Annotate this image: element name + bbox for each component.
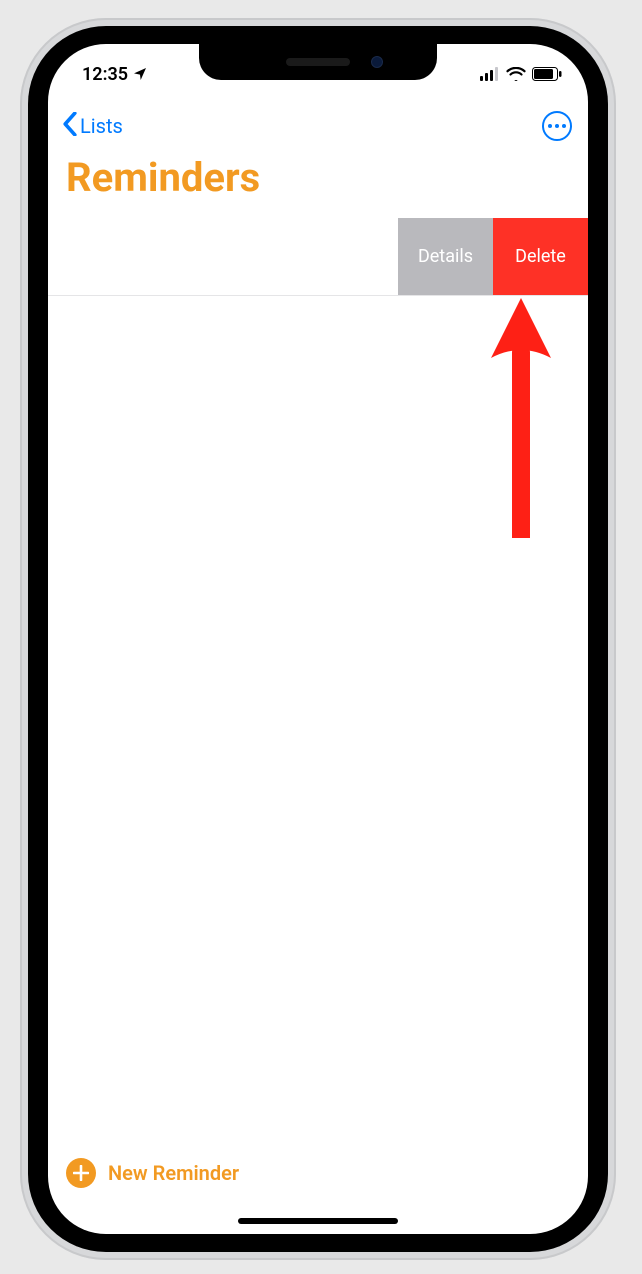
chevron-left-icon — [62, 112, 78, 141]
new-reminder-button[interactable]: New Reminder — [66, 1158, 239, 1188]
page-title: Reminders — [66, 154, 260, 201]
delete-button[interactable]: Delete — [493, 218, 588, 295]
cellular-signal-icon — [480, 67, 500, 81]
wifi-icon — [506, 67, 526, 81]
reminder-list: trash M Details Delete — [48, 218, 588, 296]
reminder-row[interactable]: trash M Details Delete — [48, 218, 588, 296]
front-camera — [371, 56, 383, 68]
speaker-grille — [286, 58, 350, 66]
plus-circle-icon — [66, 1158, 96, 1188]
phone-bezel: 12:35 — [28, 26, 608, 1252]
status-time: 12:35 — [82, 64, 128, 85]
new-reminder-label: New Reminder — [108, 1161, 239, 1185]
notch — [199, 44, 437, 80]
back-button[interactable]: Lists — [56, 108, 129, 145]
reminder-title: trash — [48, 230, 384, 253]
battery-icon — [532, 67, 562, 81]
screen: 12:35 — [48, 44, 588, 1234]
annotation-arrow-icon — [481, 298, 561, 538]
ellipsis-icon — [548, 124, 566, 128]
reminder-row-content[interactable]: trash M — [48, 218, 398, 295]
location-arrow-icon — [132, 66, 148, 82]
reminder-subtitle: M — [48, 255, 384, 275]
nav-bar: Lists — [48, 102, 588, 150]
details-button[interactable]: Details — [398, 218, 493, 295]
back-label: Lists — [80, 114, 123, 138]
home-indicator[interactable] — [238, 1218, 398, 1224]
phone-frame: 12:35 — [20, 18, 616, 1260]
more-button[interactable] — [542, 111, 572, 141]
swipe-actions: Details Delete — [398, 218, 588, 295]
